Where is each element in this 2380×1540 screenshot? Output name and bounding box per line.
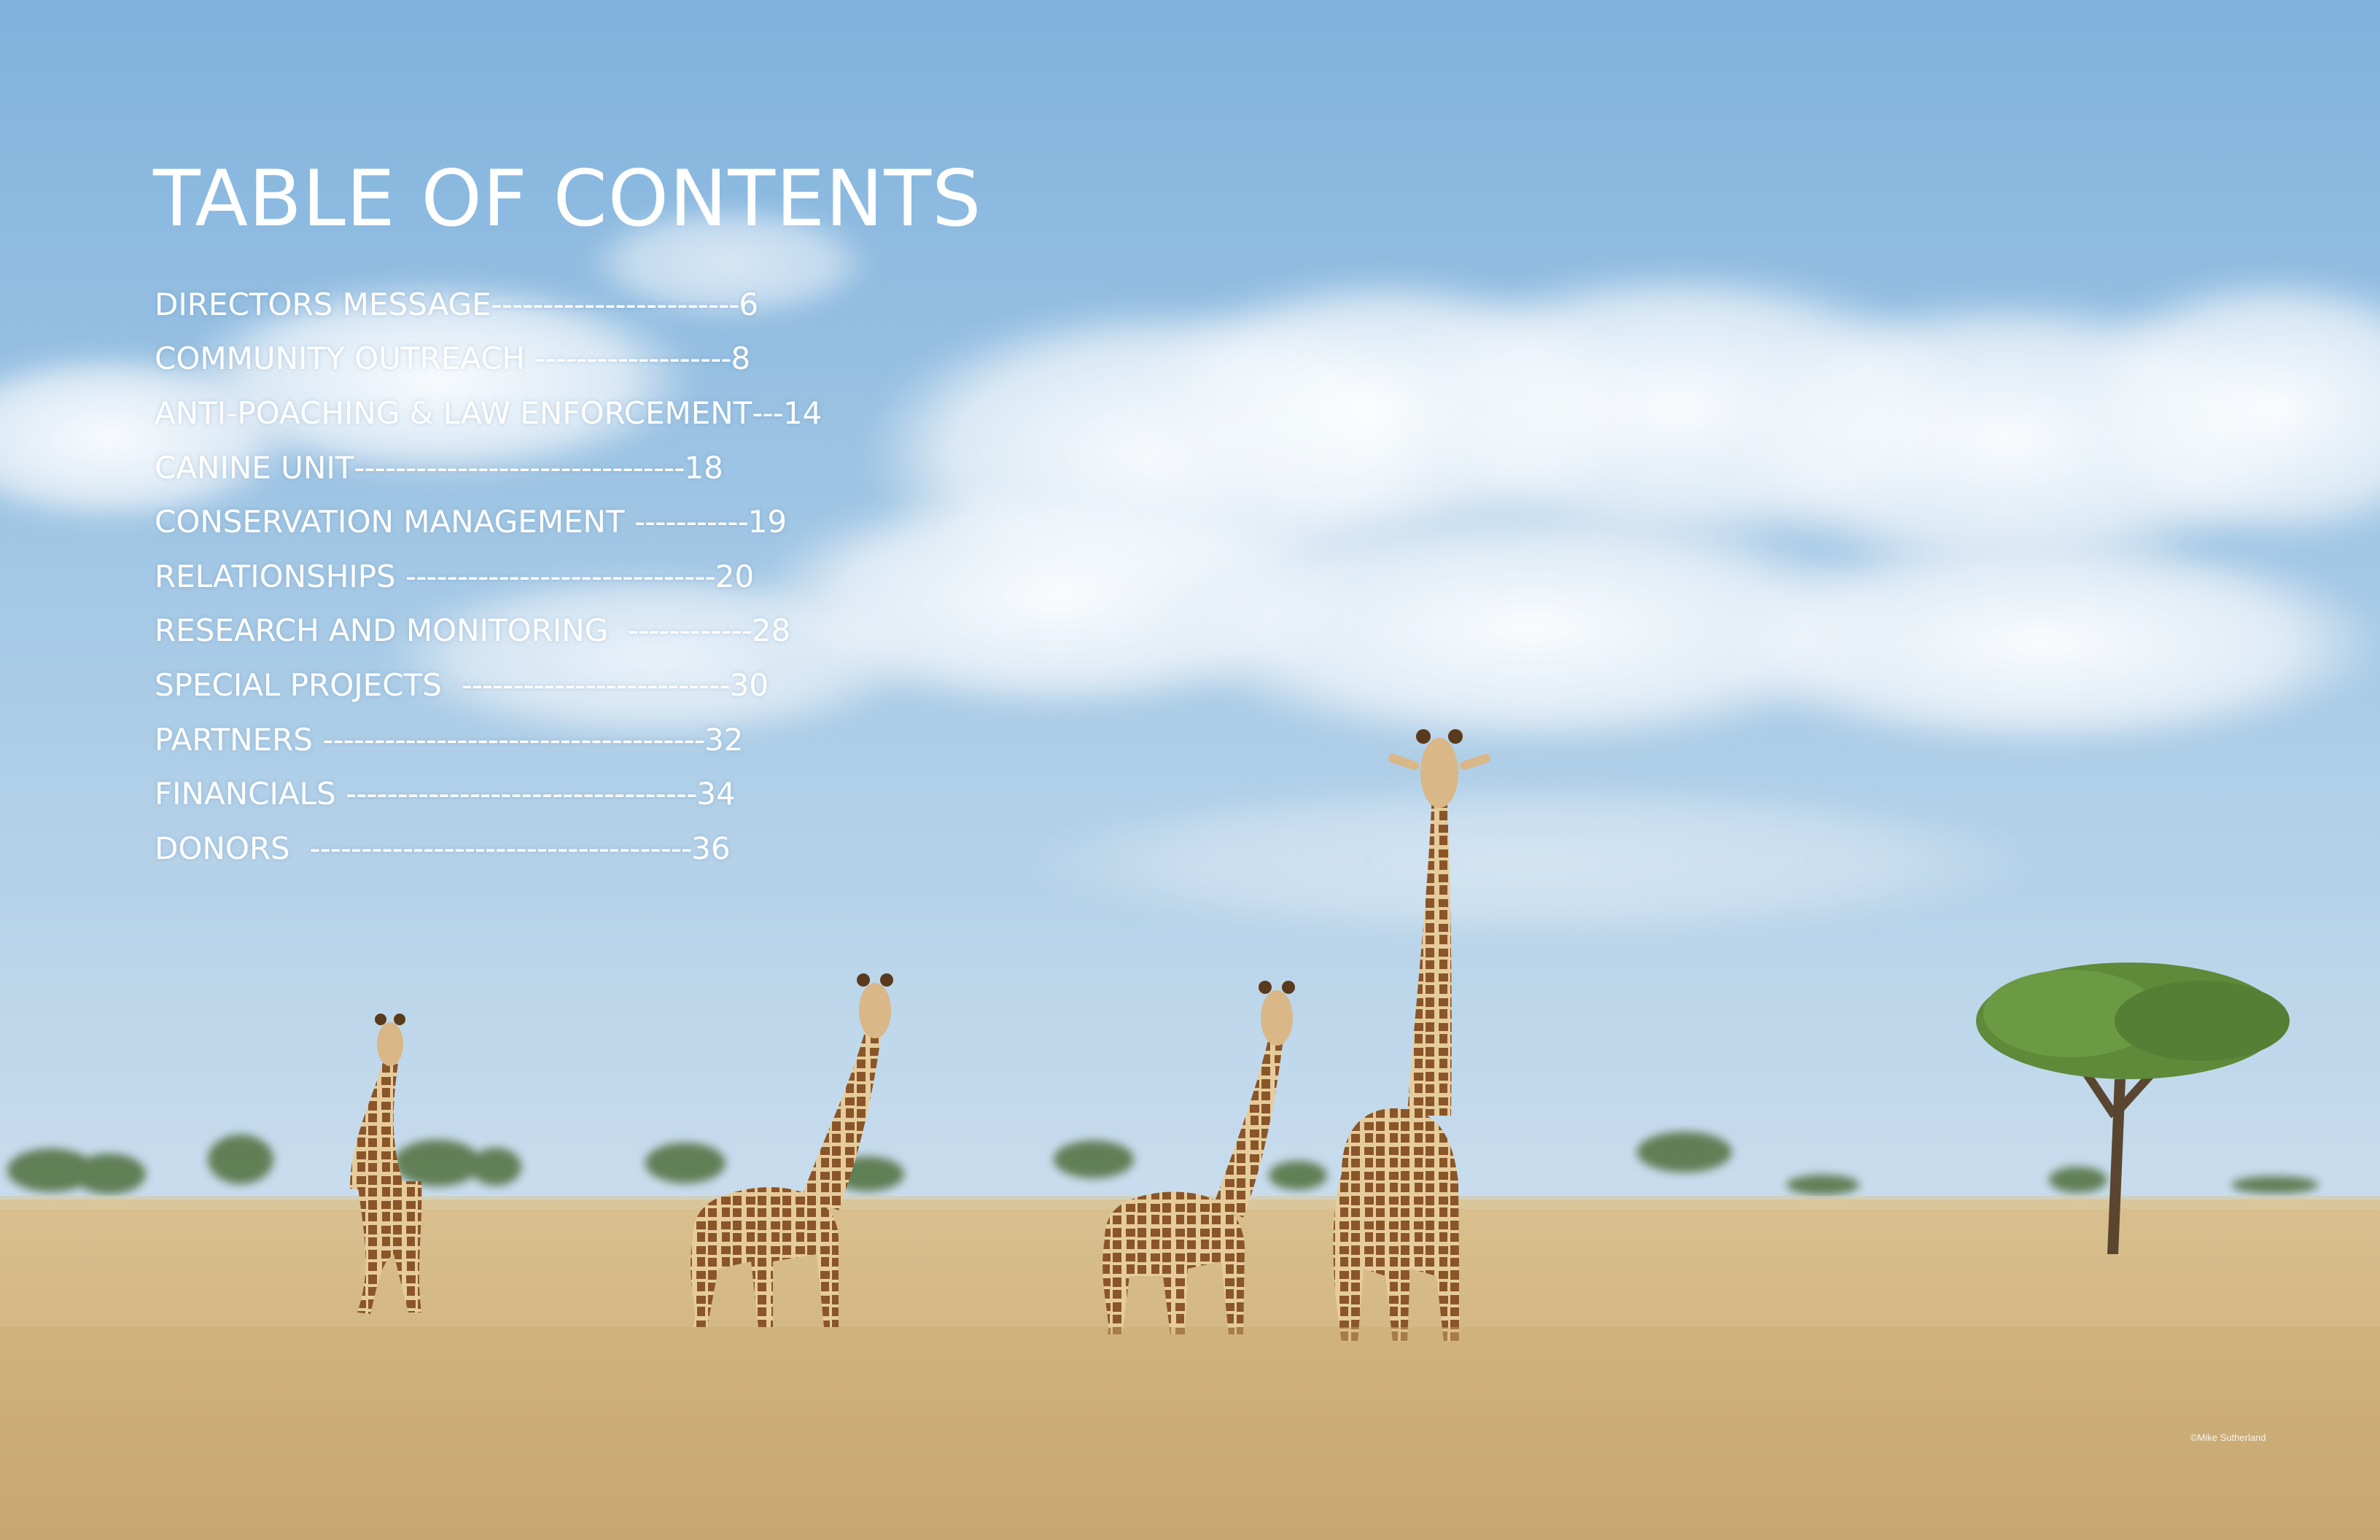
toc-leader: ------------------------------------- — [309, 830, 692, 866]
toc-page-number: 6 — [739, 286, 759, 322]
toc-entry[interactable]: RESEARCH AND MONITORING ------------ 28 — [155, 604, 869, 658]
toc-entry-label: RESEARCH AND MONITORING — [155, 612, 628, 649]
photo-credit: ©Mike Sutherland — [2190, 1432, 2266, 1443]
toc-entry-label: SPECIAL PROJECTS — [155, 666, 462, 703]
toc-entry-label: ANTI-POACHING & LAW ENFORCEMENT — [155, 394, 752, 431]
toc-page-number: 28 — [751, 612, 791, 649]
toc-page-number: 20 — [715, 558, 755, 594]
toc-entry[interactable]: ANTI-POACHING & LAW ENFORCEMENT --- 14 — [155, 386, 869, 440]
toc-entry-label: RELATIONSHIPS — [155, 558, 406, 594]
toc-entry-label: FINANCIALS — [155, 776, 346, 812]
toc-leader: -------------------------------- — [354, 449, 685, 486]
toc-page-number: 8 — [731, 341, 751, 377]
toc-entry[interactable]: DONORS ---------------------------------… — [155, 821, 869, 876]
toc-page-number: 36 — [691, 830, 731, 866]
toc-entry-label: CONSERVATION MANAGEMENT — [155, 504, 634, 540]
toc-entry[interactable]: PARTNERS -------------------------------… — [155, 712, 869, 767]
toc-leader: ------------------------------------- — [322, 721, 705, 758]
toc-entry[interactable]: DIRECTORS MESSAGE -----------------------… — [155, 277, 869, 332]
toc-entry-label: PARTNERS — [155, 721, 323, 758]
toc-entry[interactable]: FINANCIALS -----------------------------… — [155, 766, 869, 821]
toc-leader: -------------------------- — [461, 666, 730, 703]
toc-page-number: 34 — [696, 776, 736, 812]
toc-leader: ------------------- — [534, 341, 731, 377]
toc-page-number: 14 — [782, 394, 822, 431]
toc-title: TABLE OF CONTENTS — [153, 154, 982, 244]
toc-list: DIRECTORS MESSAGE -----------------------… — [155, 277, 869, 876]
toc-leader: ---------------------------------- — [345, 776, 697, 812]
report-page: TABLE OF CONTENTS DIRECTORS MESSAGE -----… — [0, 0, 2380, 1540]
toc-entry-label: COMMUNITY OUTREACH — [155, 341, 535, 377]
toc-entry[interactable]: CONSERVATION MANAGEMENT ----------- 19 — [155, 494, 869, 549]
toc-page-number: 32 — [704, 721, 744, 758]
toc-leader: --- — [752, 394, 783, 431]
toc-entry[interactable]: SPECIAL PROJECTS -----------------------… — [155, 658, 869, 712]
toc-entry-label: DIRECTORS MESSAGE — [155, 286, 491, 322]
toc-entry[interactable]: COMMUNITY OUTREACH ------------------- 8 — [155, 332, 869, 386]
toc-leader: ------------------------ — [491, 286, 739, 322]
toc-leader: ------------ — [627, 612, 752, 649]
toc-entry[interactable]: RELATIONSHIPS --------------------------… — [155, 549, 869, 604]
toc-page-number: 19 — [747, 504, 788, 540]
toc-page-number: 18 — [684, 449, 723, 486]
toc-entry-label: DONORS — [155, 830, 310, 866]
toc-page-number: 30 — [729, 666, 769, 703]
toc-leader: ----------- — [634, 504, 748, 540]
toc-entry[interactable]: CANINE UNIT -----------------------------… — [155, 440, 869, 495]
toc-leader: ------------------------------ — [405, 558, 715, 594]
toc-entry-label: CANINE UNIT — [155, 449, 354, 486]
